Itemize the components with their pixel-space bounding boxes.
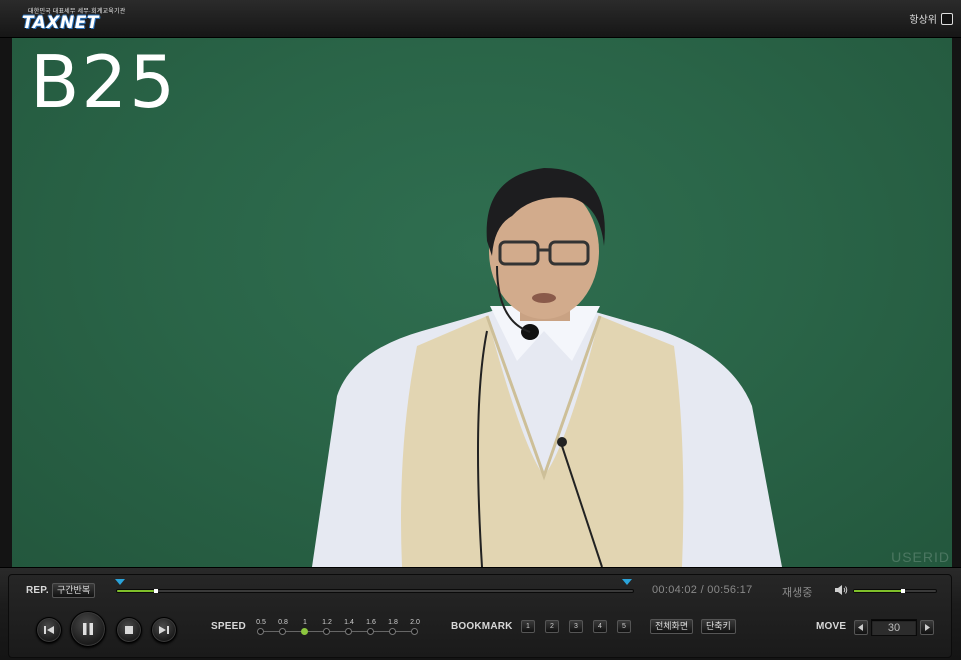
volume-slider[interactable] xyxy=(853,589,937,593)
fullscreen-button[interactable]: 전체화면 xyxy=(650,619,694,634)
speed-option-1.2[interactable] xyxy=(323,628,330,635)
total-time: 00:56:17 xyxy=(707,584,753,596)
volume-fill xyxy=(854,590,901,592)
speed-option-0.5[interactable] xyxy=(257,628,264,635)
next-button[interactable] xyxy=(151,617,177,643)
skip-back-icon xyxy=(44,626,54,634)
progress-knob[interactable] xyxy=(154,589,159,593)
always-on-top-toggle[interactable]: 항상위 xyxy=(909,11,953,26)
speed-option-label: 1.6 xyxy=(366,619,376,626)
stop-icon xyxy=(125,626,133,634)
current-time: 00:04:02 xyxy=(652,584,698,596)
playback-status: 재생중 xyxy=(782,587,813,599)
speed-option-1.8[interactable] xyxy=(389,628,396,635)
shortcut-keys-button[interactable]: 단축키 xyxy=(701,619,736,634)
pause-icon xyxy=(83,623,93,635)
speaker-icon[interactable] xyxy=(834,584,848,596)
repeat-start-marker[interactable] xyxy=(115,579,125,585)
speed-option-label: 1.4 xyxy=(344,619,354,626)
bookmark-button-3[interactable]: 3 xyxy=(569,620,583,633)
video-area[interactable]: B25 USERID xyxy=(12,38,952,567)
progress-fill xyxy=(117,590,155,592)
always-on-top-label: 항상위 xyxy=(909,15,937,26)
speed-option-label: 2.0 xyxy=(410,619,420,626)
speed-option-label: 0.8 xyxy=(278,619,288,626)
move-back-button[interactable] xyxy=(854,620,868,635)
frame-left xyxy=(0,38,12,567)
speed-option-1.4[interactable] xyxy=(345,628,352,635)
time-separator: / xyxy=(700,584,704,596)
speed-option-1[interactable] xyxy=(301,628,308,635)
bookmark-button-2[interactable]: 2 xyxy=(545,620,559,633)
move-seconds-input[interactable] xyxy=(871,619,917,636)
frame-right xyxy=(952,38,961,567)
move-label: MOVE xyxy=(816,621,847,632)
section-repeat-button[interactable]: 구간반복 xyxy=(52,583,96,598)
triangle-right-icon xyxy=(925,624,930,631)
pause-button[interactable] xyxy=(70,611,106,647)
repeat-end-marker[interactable] xyxy=(622,579,632,585)
control-bar xyxy=(0,567,961,660)
logo-text: TAXNET xyxy=(22,13,99,33)
speed-option-label: 1 xyxy=(303,619,307,626)
progress-track[interactable] xyxy=(116,589,634,593)
taxnet-logo: 대한민국 대표세무 세무·회계교육기관 TAXNET xyxy=(20,6,125,33)
speed-option-label: 1.2 xyxy=(322,619,332,626)
speed-option-label: 1.8 xyxy=(388,619,398,626)
speed-option-1.6[interactable] xyxy=(367,628,374,635)
speed-option-label: 0.5 xyxy=(256,619,266,626)
bookmark-button-5[interactable]: 5 xyxy=(617,620,631,633)
previous-button[interactable] xyxy=(36,617,62,643)
move-forward-button[interactable] xyxy=(920,620,934,635)
lecture-code: B25 xyxy=(30,40,178,124)
speed-option-0.8[interactable] xyxy=(279,628,286,635)
bookmark-button-4[interactable]: 4 xyxy=(593,620,607,633)
presenter-figure xyxy=(312,168,782,567)
userid-watermark: USERID xyxy=(891,549,950,565)
time-display: 00:04:02 / 00:56:17 xyxy=(652,584,753,596)
volume-knob[interactable] xyxy=(900,589,905,593)
triangle-left-icon xyxy=(858,624,863,631)
bookmark-button-1[interactable]: 1 xyxy=(521,620,535,633)
title-bar: 대한민국 대표세무 세무·회계교육기관 TAXNET 항상위 xyxy=(0,0,961,38)
stop-button[interactable] xyxy=(116,617,142,643)
always-on-top-checkbox[interactable] xyxy=(941,12,953,25)
skip-forward-icon xyxy=(159,626,169,634)
bookmark-label: BOOKMARK xyxy=(451,621,513,632)
rep-label: REP. xyxy=(26,585,49,596)
speed-option-2.0[interactable] xyxy=(411,628,418,635)
speed-label: SPEED xyxy=(211,621,246,632)
